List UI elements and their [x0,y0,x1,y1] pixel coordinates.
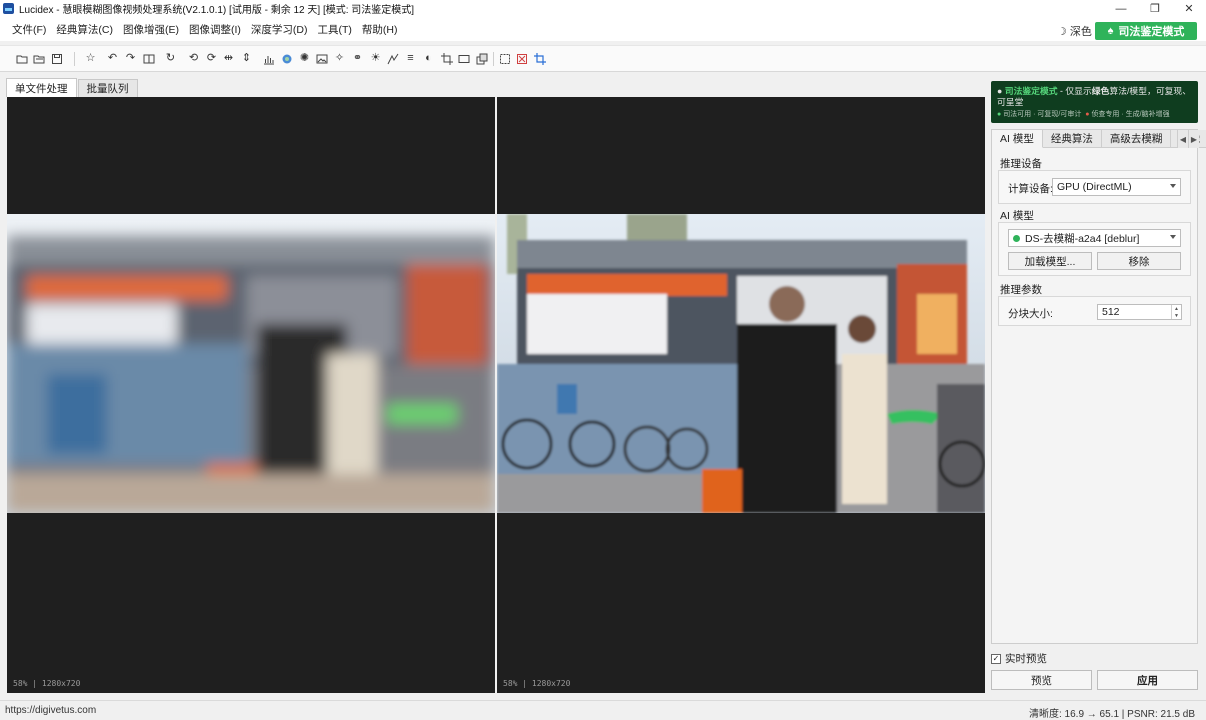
histogram-icon[interactable] [262,52,275,65]
deblurred-street-image [497,214,985,513]
menu-bar: 文件(F) 经典算法(C) 图像增强(E) 图像调整(I) 深度学习(D) 工具… [0,17,1206,41]
app-logo-icon [3,3,14,14]
forensic-mode-icon: ♠ [1107,25,1114,37]
moon-icon: ☽ [1057,25,1067,38]
redo-icon[interactable]: ↷ [124,52,137,65]
forensic-mode-button[interactable]: ♠ 司法鉴定模式 [1095,22,1197,40]
zoom-readout: 58% | 1280x720 [13,679,81,688]
panel-tabs: AI 模型 经典算法 高级去模糊 图像 ◀ ▶ [992,130,1206,148]
device-section-title: 推理设备 [1000,158,1042,170]
model-select[interactable]: DS-去模糊-a2a4 [deblur] [1008,229,1181,247]
params-group: 分块大小: 512 ▲ ▼ [998,296,1191,326]
forensic-banner-text: ● 司法鉴定模式 - 仅显示绿色算法/模型，可复现、可呈堂 [997,86,1192,107]
tab-advanced-deblur[interactable]: 高级去模糊 [1101,130,1172,148]
brightness-icon[interactable]: ✺ [298,52,311,65]
close-button[interactable]: ✕ [1172,0,1206,17]
curves-icon[interactable] [386,52,399,65]
apply-button[interactable]: 应用 [1097,670,1198,690]
zoom-readout: 58% | 1280x720 [503,679,571,688]
chevron-down-icon [1170,184,1176,188]
tab-single-file[interactable]: 单文件处理 [6,78,77,97]
chevron-right-icon[interactable]: ▶ [1188,130,1199,148]
website-link[interactable]: https://digivetus.com [5,705,96,716]
open-file-icon[interactable] [15,52,28,65]
undo-icon[interactable]: ↶ [106,52,119,65]
live-preview-option[interactable]: ✓ 实时预览 [991,651,1047,666]
compare-icon[interactable] [142,52,155,65]
title-bar: Lucidex - 慧眼模糊图像视频处理系统(V2.1.0.1) [试用版 - … [0,0,1206,17]
menu-image-adjust[interactable]: 图像调整(I) [184,22,246,37]
flip-vertical-icon[interactable]: ⇕ [240,52,253,65]
flip-horizontal-icon[interactable]: ⇹ [222,52,235,65]
menu-help[interactable]: 帮助(H) [357,22,403,37]
preview-button[interactable]: 预览 [991,670,1092,690]
stepper-arrows[interactable]: ▲ ▼ [1171,305,1181,319]
levels-icon[interactable]: ≡ [404,52,417,65]
menu-image-enhance[interactable]: 图像增强(E) [118,22,184,37]
theme-toggle[interactable]: ☽ 深色 [1057,23,1092,39]
model-status-dot [1013,234,1020,242]
live-preview-checkbox[interactable]: ✓ [991,653,1001,664]
remove-model-button[interactable]: 移除 [1097,252,1181,270]
quality-metrics: 清晰度: 16.9 → 65.1 | PSNR: 21.5 dB [1028,709,1195,720]
blurred-street-image [7,214,495,513]
device-select[interactable]: GPU (DirectML) [1052,178,1181,196]
tab-scroll-arrows: ◀ ▶ [1177,130,1199,148]
window-title: Lucidex - 慧眼模糊图像视频处理系统(V2.1.0.1) [试用版 - … [19,5,415,16]
crop-active-icon[interactable] [533,52,546,65]
save-icon[interactable] [50,52,63,65]
menu-tools[interactable]: 工具(T) [313,22,357,37]
original-image-viewer[interactable]: 58% | 1280x720 [7,97,495,693]
refresh-icon[interactable]: ↻ [164,52,177,65]
menu-classic-algorithms[interactable]: 经典算法(C) [51,22,118,37]
deblur-icon[interactable] [280,52,293,65]
rotate-right-icon[interactable]: ⟳ [205,52,218,65]
layers-icon[interactable] [475,52,488,65]
toolbar-separator [493,52,494,66]
forensic-legend: ● 司法可用 · 可复现/可审计 ● 侦查专用 · 生成/脑补增强 [997,111,1170,118]
model-group: DS-去模糊-a2a4 [deblur] 加载模型... 移除 [998,222,1191,276]
sharpen-icon[interactable]: ✧ [333,52,346,65]
tile-size-label: 分块大小: [1008,308,1053,320]
maximize-button[interactable]: ❐ [1138,0,1172,17]
settings-panel: AI 模型 经典算法 高级去模糊 图像 ◀ ▶ 推理设备 计算设备: GPU (… [991,129,1206,644]
menu-deep-learning[interactable]: 深度学习(D) [246,22,313,37]
processed-image-viewer[interactable]: 58% | 1280x720 [497,97,985,693]
window-controls: — ❐ ✕ [1104,0,1206,17]
rectangle-icon[interactable] [457,52,470,65]
forensic-mode-label: 司法鉴定模式 [1118,26,1185,38]
minimize-button[interactable]: — [1104,0,1138,17]
chevron-left-icon[interactable]: ◀ [1177,130,1188,148]
theme-label: 深色 [1069,26,1092,38]
device-group: 计算设备: GPU (DirectML) [998,170,1191,204]
clear-selection-icon[interactable] [515,52,528,65]
menu-file[interactable]: 文件(F) [7,22,51,37]
load-model-button[interactable]: 加载模型... [1008,252,1092,270]
effects-icon[interactable]: ⚭ [351,52,364,65]
status-bar: https://digivetus.com 清晰度: 16.9 → 65.1 |… [0,700,1206,720]
tab-classic-algorithms[interactable]: 经典算法 [1042,130,1102,148]
contrast-icon[interactable]: ◐ [422,52,435,65]
tile-size-stepper[interactable]: 512 ▲ ▼ [1097,304,1182,320]
image-icon[interactable] [315,52,328,65]
toolbar-separator [74,52,75,66]
tab-ai-model[interactable]: AI 模型 [992,130,1043,148]
rotate-left-icon[interactable]: ⟲ [187,52,200,65]
tab-batch-queue[interactable]: 批量队列 [77,79,138,97]
toolbar: ☆ ↶ ↷ ↻ ⟲ ⟳ ⇹ ⇕ ✧ ⚭ ✺ ☀ ≡ ◐ [0,45,1206,72]
params-section-title: 推理参数 [1000,284,1042,296]
open-folder-icon[interactable] [32,52,45,65]
device-label: 计算设备: [1008,183,1053,195]
sun-icon[interactable]: ☀ [369,52,382,65]
select-icon[interactable] [498,52,511,65]
forensic-mode-banner: ● 司法鉴定模式 - 仅显示绿色算法/模型，可复现、可呈堂 ● 司法可用 · 可… [991,81,1198,123]
model-section-title: AI 模型 [1000,210,1034,222]
live-preview-label: 实时预览 [1005,653,1047,665]
star-icon[interactable]: ☆ [84,52,97,65]
chevron-down-icon [1170,235,1176,239]
crop-icon[interactable] [440,52,453,65]
mode-tabs: 单文件处理 批量队列 [6,78,139,97]
